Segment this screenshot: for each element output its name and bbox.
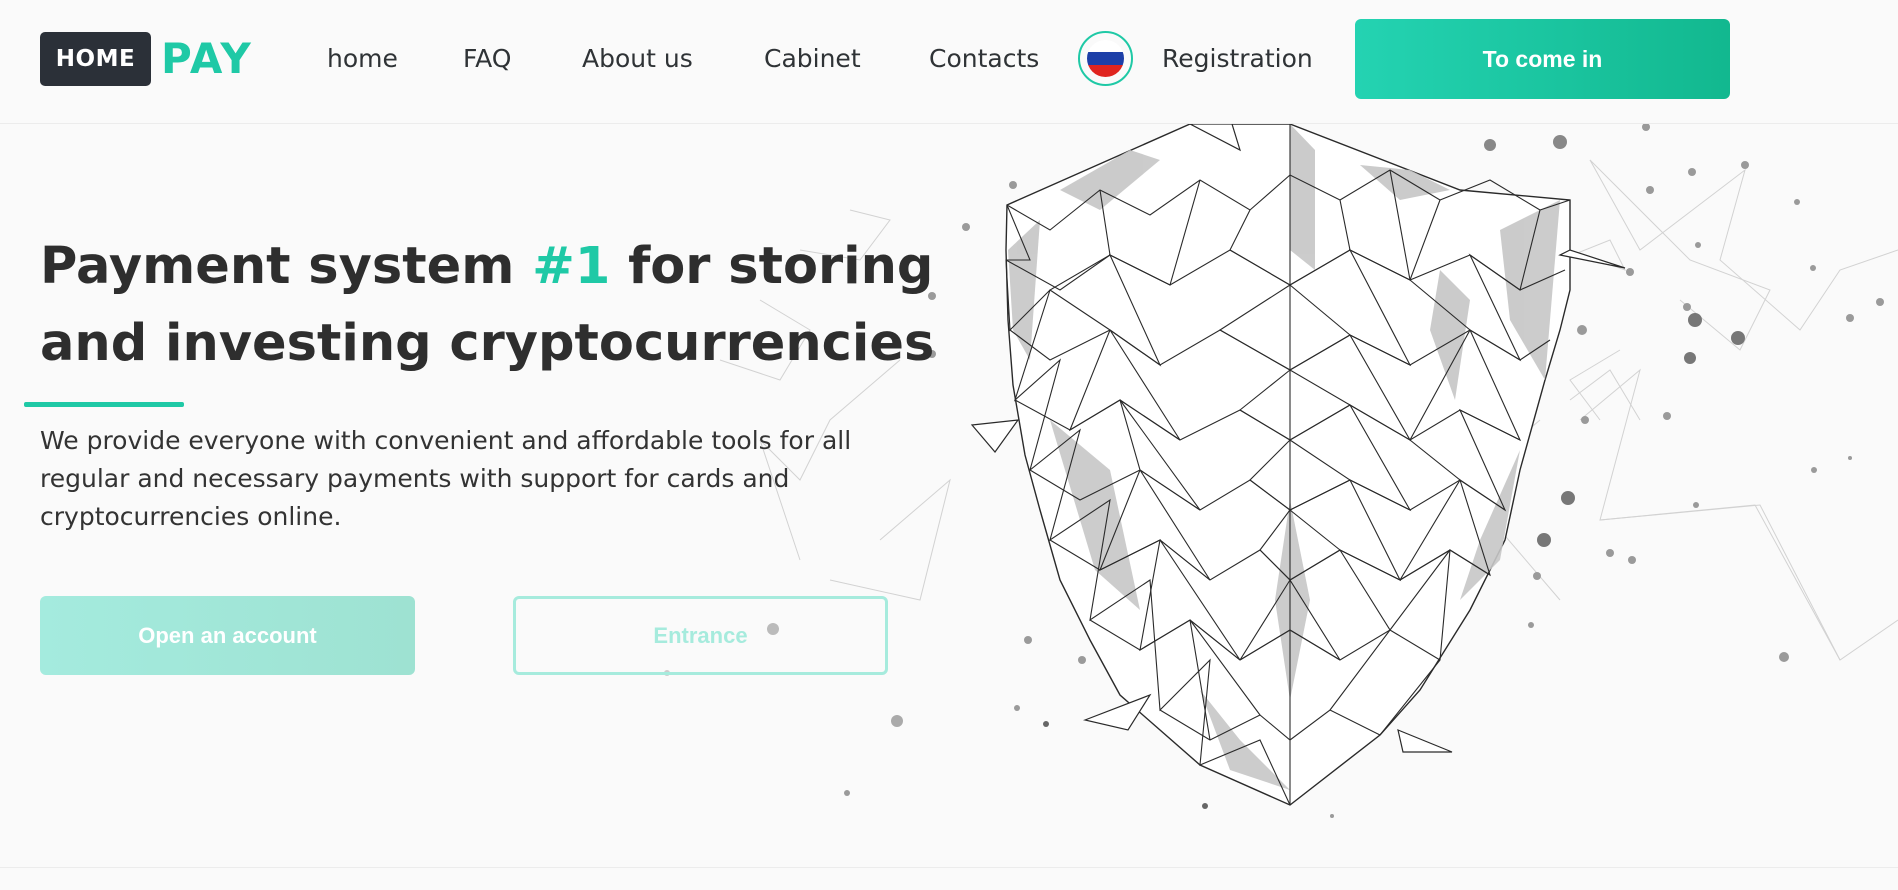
russia-flag-icon bbox=[1087, 40, 1124, 77]
site-header: HOME PAY home FAQ About us Cabinet Conta… bbox=[0, 0, 1898, 124]
hero-description: We provide everyone with convenient and … bbox=[40, 426, 852, 531]
logo-pay-text: PAY bbox=[161, 34, 253, 83]
section-divider bbox=[0, 867, 1898, 868]
logo[interactable]: HOME PAY bbox=[40, 32, 253, 86]
open-account-button[interactable]: Open an account bbox=[40, 596, 415, 675]
entrance-button[interactable]: Entrance bbox=[513, 596, 888, 675]
title-underline bbox=[24, 402, 184, 407]
shield-shape bbox=[970, 124, 1626, 806]
nav-item-registration[interactable]: Registration bbox=[1162, 38, 1313, 80]
logo-home-text: HOME bbox=[40, 32, 151, 86]
hero-title-part1: Payment system bbox=[40, 237, 533, 296]
hero-title-accent: #1 bbox=[532, 237, 611, 296]
language-switcher[interactable] bbox=[1078, 31, 1133, 86]
nav-item-about-us[interactable]: About us bbox=[582, 38, 693, 80]
nav-item-faq[interactable]: FAQ bbox=[463, 38, 511, 80]
login-button[interactable]: To come in bbox=[1355, 19, 1730, 99]
nav-item-contacts[interactable]: Contacts bbox=[929, 38, 1039, 80]
nav-item-home[interactable]: home bbox=[327, 38, 398, 80]
hero-title: Payment system #1 for storing and invest… bbox=[40, 228, 940, 382]
nav-item-cabinet[interactable]: Cabinet bbox=[764, 38, 861, 80]
